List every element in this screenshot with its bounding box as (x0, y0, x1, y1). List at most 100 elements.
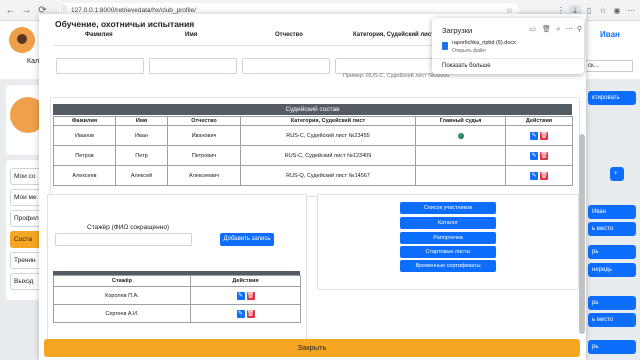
download-open-link[interactable]: Открыть файл (452, 48, 486, 54)
cell-actions: ✎ 🗑 (505, 125, 573, 146)
table-header-row: Фамилия Имя Отчество Категория, Судейски… (53, 116, 573, 126)
col-header: Категория, Судейский лист (240, 116, 416, 126)
cell-firstname: Петр (115, 145, 168, 166)
site-logo[interactable] (9, 27, 35, 53)
list-button[interactable]: нередь (588, 263, 636, 277)
edit-icon[interactable]: ✎ (530, 131, 538, 140)
category-hint: Пример: RUS-C, Судейский лист №00000 (343, 73, 450, 79)
address-text: 127.0.0.1:8000/retrievedata/hx/club_prof… (71, 7, 197, 14)
table-row: Королев П.А. ✎ 🗑 (53, 286, 301, 305)
cell-patronymic: Алексеевич (167, 165, 241, 186)
list-button[interactable]: рь (588, 296, 636, 310)
col-patronymic: Отчество (275, 32, 303, 38)
trash-icon[interactable]: 🗑 (540, 171, 548, 180)
list-button[interactable]: рь (588, 245, 636, 259)
trainee-label: Стажёр (ФИО сокращенно) (87, 224, 170, 231)
close-button[interactable]: Закрыть (44, 339, 580, 357)
list-button[interactable]: ь место (588, 313, 636, 327)
trash-icon[interactable]: 🗑 (246, 309, 255, 318)
user-menu[interactable]: Иван (600, 30, 620, 39)
col-header: Стажёр (53, 275, 191, 287)
cell-patronymic: Петрович (167, 145, 241, 166)
cell-trainee: Королев П.А. (53, 286, 191, 305)
table-row: Алексеев Алексей Алексеевич RUS-Q, Судей… (53, 165, 573, 186)
category-input[interactable] (335, 58, 434, 74)
cell-trainee: Сергеев А.И. (53, 304, 191, 323)
scrollbar[interactable] (579, 134, 585, 334)
col-header: Фамилия (53, 116, 116, 126)
table-row: Петров Петр Петрович RUS-C, Судейский ли… (53, 145, 573, 166)
trainee-table: Стажёр Действия Королев П.А. ✎ 🗑 Сергеев … (53, 275, 301, 323)
downloads-title: Загрузки (442, 26, 473, 35)
back-icon[interactable]: ← (4, 4, 17, 17)
favorites-icon[interactable]: ☆ (597, 5, 609, 17)
col-lastname: Фамилия (85, 32, 113, 38)
col-header: Имя (115, 116, 168, 126)
cell-lastname: Алексеев (53, 165, 116, 186)
edit-icon[interactable]: ✎ (530, 151, 538, 160)
header-title: Кал (27, 58, 40, 65)
list-button[interactable]: ь место (588, 222, 636, 236)
list-button[interactable]: Иван (588, 205, 636, 219)
more-icon[interactable]: ⋯ (565, 25, 574, 34)
edit-button[interactable]: ктировать (588, 91, 636, 105)
col-firstname: Имя (185, 32, 198, 38)
header-search-input[interactable]: ск... (585, 60, 633, 72)
cell-firstname: Иван (115, 125, 168, 146)
start-lists-button[interactable]: Стартовые листы (400, 246, 496, 258)
edit-icon[interactable]: ✎ (236, 291, 245, 300)
pin-icon[interactable]: ⚲ (575, 25, 584, 34)
participants-list-button[interactable]: Список участников (400, 202, 496, 214)
lastname-input[interactable] (56, 58, 144, 74)
col-category: Категория, Судейский лист (353, 32, 435, 38)
col-header: Главный судья (415, 116, 506, 126)
check-icon: ✓ (457, 132, 464, 139)
cell-lastname: Иванов (53, 125, 116, 146)
menu-icon[interactable]: ⋯ (625, 5, 637, 17)
docx-file-icon (442, 42, 448, 50)
edit-icon[interactable]: ✎ (530, 171, 538, 180)
add-button[interactable]: + (610, 167, 624, 181)
cell-lastname: Петров (53, 145, 116, 166)
col-header: Действия (505, 116, 573, 126)
col-header: Отчество (167, 116, 241, 126)
cell-actions: ✎ 🗑 (190, 304, 301, 323)
cell-chief-judge (415, 145, 506, 166)
temporary-certificates-button[interactable]: Временные сертификаты (400, 260, 496, 272)
cell-chief-judge (415, 165, 506, 186)
table-header-row: Стажёр Действия (53, 275, 301, 287)
show-more-link[interactable]: Показать больше (432, 58, 584, 72)
profile-icon[interactable]: ◉ (611, 5, 623, 17)
trainee-input[interactable] (55, 233, 192, 246)
forward-icon[interactable]: → (20, 4, 33, 17)
folder-icon[interactable]: ▭ (528, 25, 537, 34)
col-header: Действия (190, 275, 301, 287)
modal-title: Обучение, охотничьи испытания (55, 19, 195, 29)
report-card-button[interactable]: Рапортичка (400, 232, 496, 244)
catalog-button[interactable]: Каталог (400, 217, 496, 229)
search-icon[interactable]: ⌕ (554, 25, 563, 34)
table-row: Иванов Иван Иванович RUS-C, Судейский ли… (53, 125, 573, 146)
cell-actions: ✎ 🗑 (505, 145, 573, 166)
cell-firstname: Алексей (115, 165, 168, 186)
jury-title: Судейский состав (53, 104, 572, 115)
cell-patronymic: Иванович (167, 125, 241, 146)
cell-chief-judge: ✓ (415, 125, 506, 146)
cell-actions: ✎ 🗑 (505, 165, 573, 186)
add-record-button[interactable]: Добавить запись (220, 233, 274, 246)
list-button[interactable]: рь (588, 340, 636, 354)
trash-icon[interactable]: 🗑 (542, 25, 551, 34)
cell-category: RUS-C, Судейский лист №123409 (240, 145, 416, 166)
trash-icon[interactable]: 🗑 (540, 151, 548, 160)
firstname-input[interactable] (149, 58, 237, 74)
jury-table: Фамилия Имя Отчество Категория, Судейски… (53, 116, 573, 186)
cell-category: RUS-Q, Судейский лист №14567 (240, 165, 416, 186)
cell-category: RUS-C, Судейский лист №23455 (240, 125, 416, 146)
table-row: Сергеев А.И. ✎ 🗑 (53, 304, 301, 323)
trash-icon[interactable]: 🗑 (246, 291, 255, 300)
download-file-name[interactable]: raportichka_ripbd (6).docx (452, 40, 516, 46)
trash-icon[interactable]: 🗑 (540, 131, 548, 140)
edit-icon[interactable]: ✎ (236, 309, 245, 318)
cell-actions: ✎ 🗑 (190, 286, 301, 305)
patronymic-input[interactable] (242, 58, 330, 74)
